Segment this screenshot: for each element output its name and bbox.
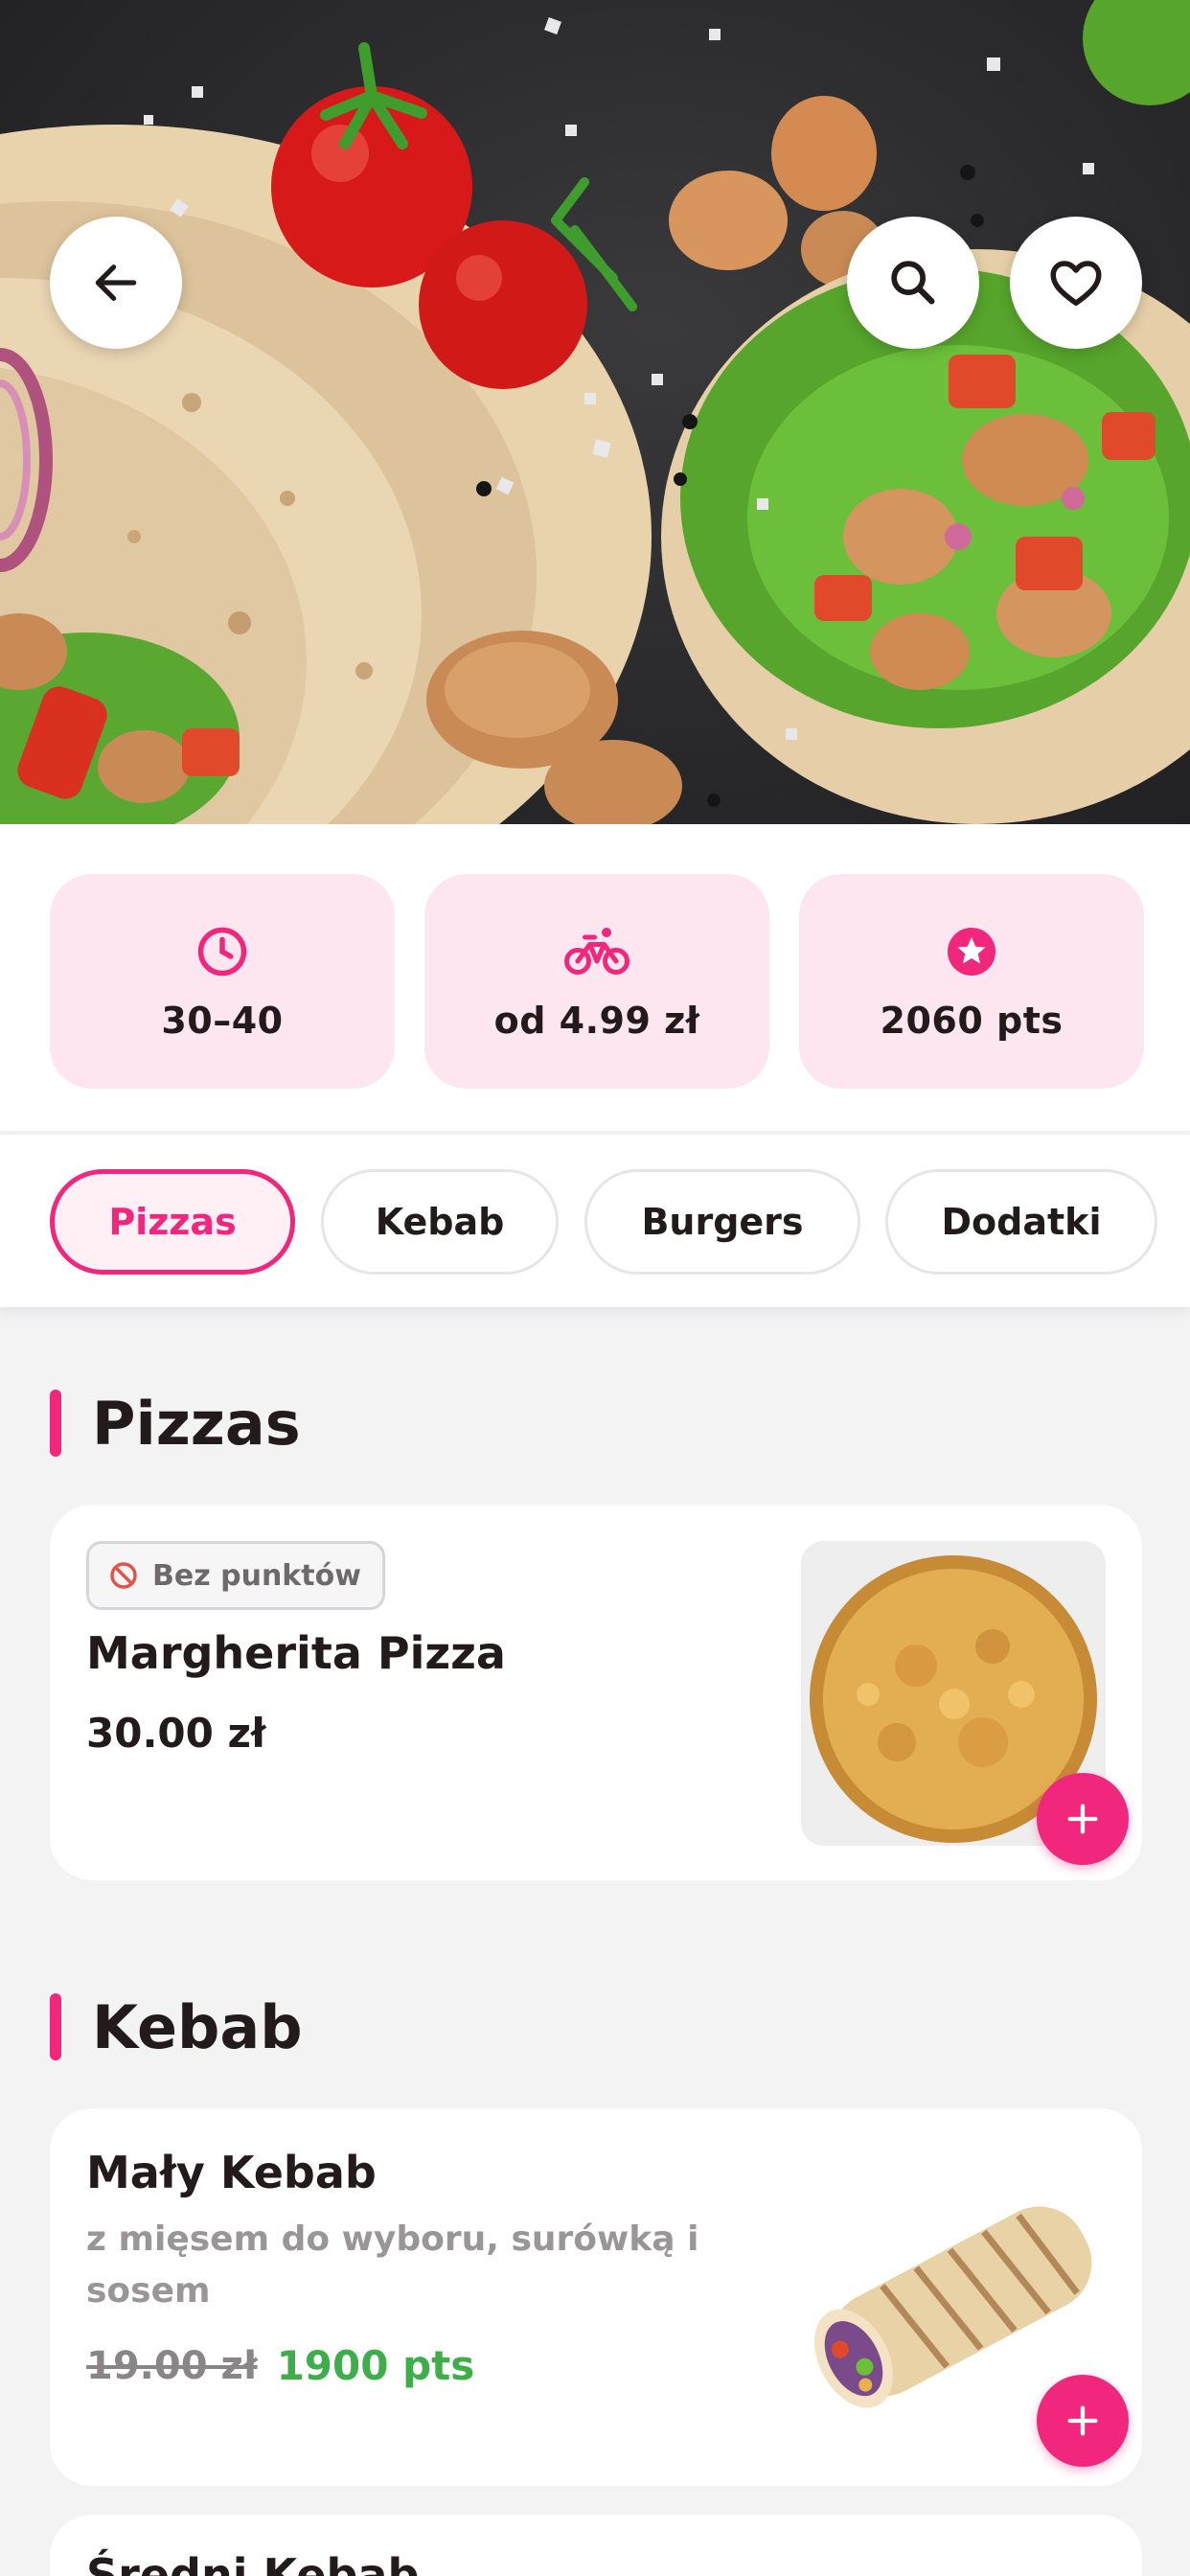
delivery-time-card: 30–40 <box>50 874 395 1089</box>
plus-icon <box>1067 1804 1098 1834</box>
search-button[interactable] <box>847 217 979 349</box>
section-accent-bar <box>50 1390 61 1457</box>
back-button[interactable] <box>50 217 182 349</box>
hero-image <box>0 0 1190 824</box>
add-to-cart-button[interactable] <box>1037 2375 1129 2467</box>
section-title: Pizzas <box>92 1388 301 1459</box>
badge-label: Bez punktów <box>152 1558 361 1593</box>
bike-icon <box>564 928 629 975</box>
no-points-badge: Bez punktów <box>86 1541 385 1610</box>
plus-icon <box>1067 2405 1098 2436</box>
item-price-row: 19.00 zł 1900 pts <box>86 2342 474 2389</box>
delivery-fee-card: od 4.99 zł <box>424 874 769 1089</box>
item-price: 30.00 zł <box>86 1710 266 1757</box>
favorite-button[interactable] <box>1010 217 1142 349</box>
section-accent-bar <box>50 1993 61 2060</box>
arrow-left-icon <box>95 264 137 301</box>
item-old-price: 19.00 zł <box>86 2343 258 2388</box>
heart-icon <box>1050 261 1102 306</box>
tab-pizzas[interactable]: Pizzas <box>50 1169 295 1275</box>
points-card: 2060 pts <box>799 874 1144 1089</box>
food-photo <box>0 0 1190 824</box>
category-tabs: Pizzas Kebab Burgers Dodatki <box>0 1135 1190 1307</box>
no-entry-icon <box>110 1562 137 1589</box>
item-name: Margherita Pizza <box>86 1627 506 1679</box>
tab-dodatki[interactable]: Dodatki <box>885 1169 1157 1275</box>
delivery-time-value: 30–40 <box>161 1000 284 1042</box>
add-to-cart-button[interactable] <box>1037 1773 1129 1865</box>
item-name: Średni Kebab <box>86 2549 420 2576</box>
section-header-pizzas: Pizzas <box>50 1388 301 1459</box>
menu-item-margherita[interactable]: Bez punktów Margherita Pizza 30.00 zł <box>50 1505 1142 1880</box>
star-icon <box>948 928 995 976</box>
tab-burgers[interactable]: Burgers <box>584 1169 860 1275</box>
restaurant-info: 30–40 od 4.99 zł 2060 pts <box>0 824 1190 1131</box>
menu-item-sredni-kebab[interactable]: Średni Kebab <box>50 2515 1142 2576</box>
points-value: 2060 pts <box>880 1000 1064 1042</box>
section-header-kebab: Kebab <box>50 1991 303 2062</box>
item-name: Mały Kebab <box>86 2147 377 2198</box>
section-title: Kebab <box>92 1991 303 2062</box>
item-description: z mięsem do wyboru, surówką i sosem <box>86 2220 699 2311</box>
tab-kebab[interactable]: Kebab <box>321 1169 559 1275</box>
clock-icon <box>197 927 247 977</box>
menu-item-maly-kebab[interactable]: Mały Kebab z mięsem do wyboru, surówką i… <box>50 2108 1142 2486</box>
item-points-price: 1900 pts <box>276 2342 475 2389</box>
delivery-fee-value: od 4.99 zł <box>493 1000 700 1042</box>
search-icon <box>891 261 935 305</box>
